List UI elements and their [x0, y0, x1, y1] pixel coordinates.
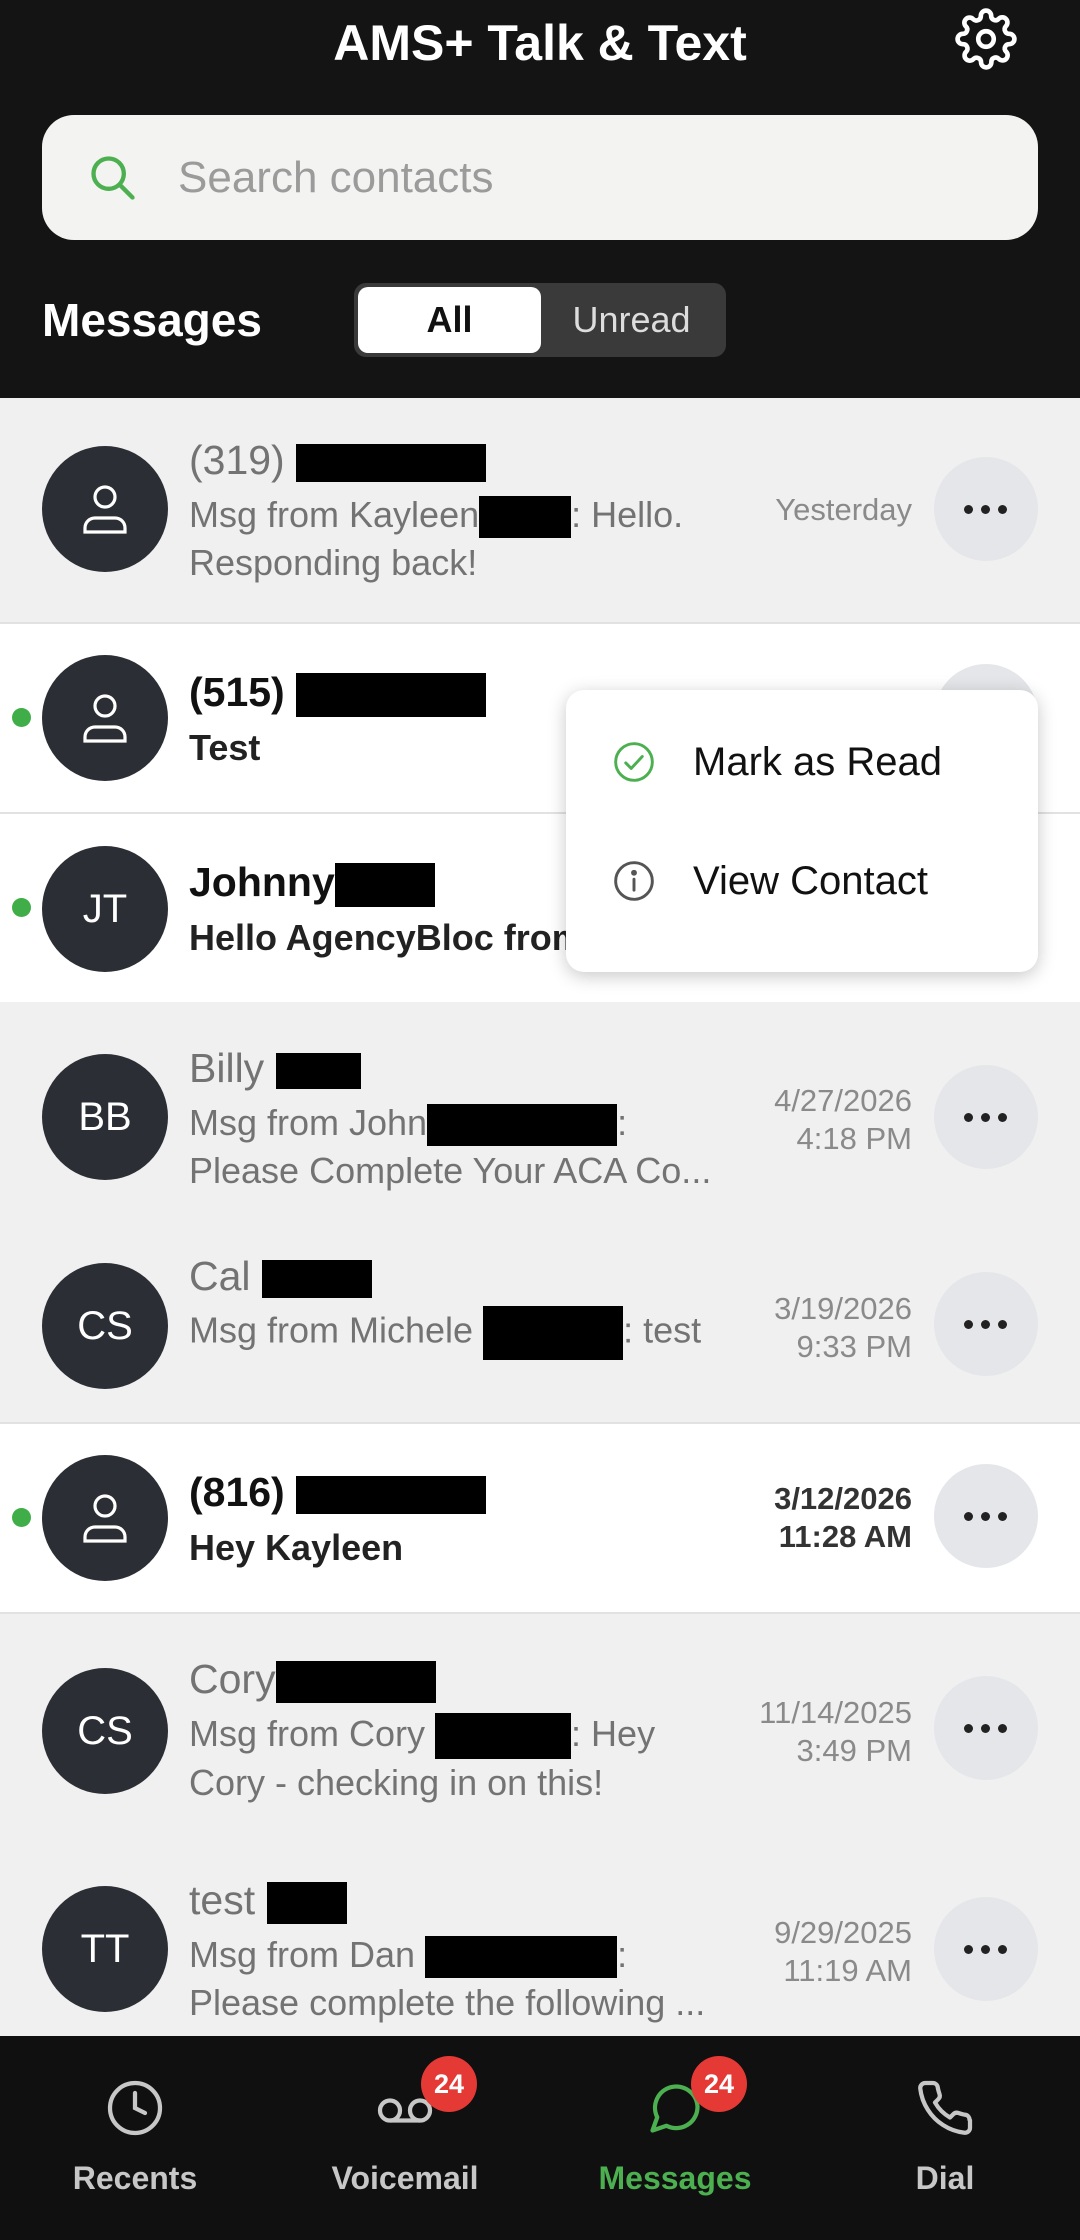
- filter-toggle: All Unread: [354, 283, 726, 357]
- avatar: CS: [42, 1263, 168, 1389]
- nav-label: Voicemail: [331, 2160, 479, 2196]
- nav-dial[interactable]: Dial: [810, 2036, 1080, 2240]
- more-options-button[interactable]: [934, 1897, 1038, 2001]
- filter-all-tab[interactable]: All: [358, 287, 541, 353]
- info-icon: [614, 861, 654, 901]
- avatar: TT: [42, 1886, 168, 2012]
- avatar: [42, 1455, 168, 1581]
- nav-label: Dial: [915, 2160, 975, 2196]
- avatar: [42, 446, 168, 572]
- settings-button[interactable]: [955, 8, 1017, 70]
- unread-indicator: [12, 1508, 31, 1527]
- timestamp: 11/14/2025 3:49 PM: [759, 1695, 912, 1768]
- contact-name: (515): [189, 666, 487, 718]
- clock-icon: [107, 2080, 163, 2136]
- avatar: BB: [42, 1054, 168, 1180]
- message-preview: Msg from John: Please Complete Your ACA C…: [189, 1102, 712, 1191]
- unread-indicator: [12, 898, 31, 917]
- timestamp: Yesterday: [775, 492, 912, 527]
- avatar: JT: [42, 846, 168, 972]
- conversation-row[interactable]: (816) Hey Kayleen 3/12/2026 11:28 AM: [0, 1424, 1080, 1612]
- timestamp: 3/12/2026 11:28 AM: [774, 1481, 912, 1554]
- timestamp: 9/29/2025 11:19 AM: [774, 1915, 912, 1988]
- contact-name: (319): [189, 434, 487, 486]
- menu-item-label: View Contact: [693, 859, 928, 903]
- bottom-nav: Recents 24 Voicemail 24 Messages Dial: [0, 2036, 1080, 2240]
- nav-label: Recents: [72, 2160, 198, 2196]
- person-icon: [83, 485, 127, 534]
- filter-unread-tab[interactable]: Unread: [541, 287, 722, 353]
- timestamp: 3/19/2026 9:33 PM: [774, 1291, 912, 1364]
- nav-label: Messages: [598, 2160, 752, 2196]
- timestamp: 4/27/2026 4:18 PM: [774, 1083, 912, 1156]
- person-icon: [83, 1494, 127, 1543]
- nav-voicemail[interactable]: 24 Voicemail: [270, 2036, 540, 2240]
- gear-icon: [955, 8, 1017, 70]
- more-options-button[interactable]: [934, 1272, 1038, 1376]
- message-preview: Msg from Cory : Hey Cory - checking in on…: [189, 1713, 656, 1804]
- more-options-button[interactable]: [934, 1464, 1038, 1568]
- conversation-row[interactable]: CS Cory Msg from Cory : Hey Cory - checki…: [0, 1614, 1080, 1834]
- menu-item-label: Mark as Read: [693, 740, 942, 784]
- app-title: AMS+ Talk & Text: [333, 15, 747, 71]
- message-preview: Msg from Kayleen: Hello. Responding back!: [189, 494, 684, 583]
- contact-name: Cory: [189, 1653, 436, 1705]
- message-preview: Hey Kayleen: [189, 1527, 404, 1568]
- search-input[interactable]: Search contacts: [178, 115, 494, 240]
- context-menu: Mark as Read View Contact: [566, 690, 1038, 972]
- conversation-row[interactable]: TT test Msg from Dan : Please complete th…: [0, 1834, 1080, 2036]
- conversation-row[interactable]: CS Cal Msg from Michele : test 3/19/2026…: [0, 1210, 1080, 1422]
- conversation-row[interactable]: (319) Msg from Kayleen: Hello. Responding…: [0, 398, 1080, 622]
- mark-as-read-menu-item[interactable]: Mark as Read: [566, 707, 1038, 817]
- contact-name: Johnny: [189, 856, 435, 908]
- app-header: AMS+ Talk & Text Search contacts Message…: [0, 0, 1080, 398]
- contact-name: Billy: [189, 1042, 361, 1094]
- person-icon: [83, 694, 127, 743]
- search-icon: [91, 156, 135, 200]
- voicemail-badge: 24: [421, 2056, 477, 2112]
- conversation-row[interactable]: BB Billy Msg from John: Please Complete Y…: [0, 1002, 1080, 1210]
- avatar: [42, 655, 168, 781]
- search-bar[interactable]: Search contacts: [42, 115, 1038, 240]
- unread-indicator: [12, 708, 31, 727]
- more-options-button[interactable]: [934, 1676, 1038, 1780]
- avatar: CS: [42, 1668, 168, 1794]
- contact-name: Cal: [189, 1250, 372, 1302]
- nav-recents[interactable]: Recents: [0, 2036, 270, 2240]
- message-preview: Msg from Michele : test: [189, 1306, 729, 1360]
- view-contact-menu-item[interactable]: View Contact: [566, 826, 1038, 936]
- section-title: Messages: [42, 294, 262, 346]
- message-preview: Msg from Dan : Please complete the follow…: [189, 1934, 706, 2023]
- contact-name: (816): [189, 1466, 487, 1518]
- more-options-button[interactable]: [934, 457, 1038, 561]
- more-options-button[interactable]: [934, 1065, 1038, 1169]
- messages-badge: 24: [691, 2056, 747, 2112]
- check-circle-icon: [614, 742, 654, 782]
- contact-name: test: [189, 1874, 347, 1926]
- phone-icon: [918, 2080, 973, 2135]
- nav-messages[interactable]: 24 Messages: [540, 2036, 810, 2240]
